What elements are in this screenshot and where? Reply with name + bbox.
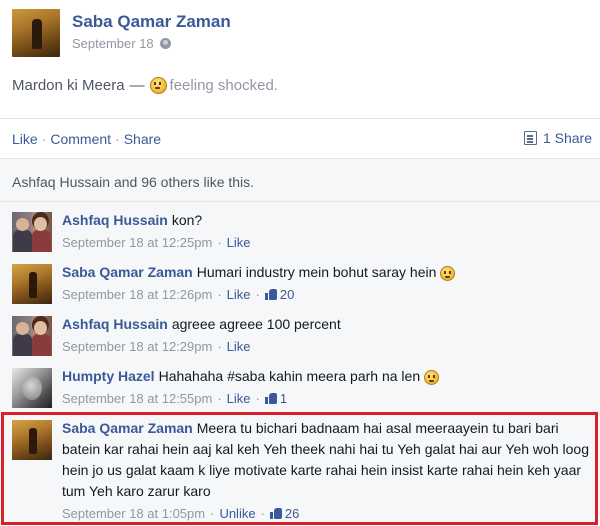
comment-text: kon?	[171, 212, 203, 228]
separator: ·	[260, 506, 265, 521]
status-text: Mardon ki Meera	[12, 77, 125, 94]
commenter-avatar[interactable]	[12, 316, 52, 356]
facebook-post: Saba Qamar Zaman September 18 Mardon ki …	[0, 0, 600, 526]
share-icon	[523, 131, 537, 145]
comment-like-count[interactable]: 1	[264, 388, 288, 409]
post-author-avatar[interactable]	[12, 9, 60, 57]
comment-meta: September 18 at 12:55pm · Like · 1	[62, 388, 592, 409]
status-dash: —	[129, 77, 145, 94]
post-date-row: September 18	[72, 36, 171, 51]
likes-summary: Ashfaq Hussain and 96 others like this.	[12, 174, 254, 190]
smile-emoji-icon	[424, 369, 439, 385]
commenter-name[interactable]: Ashfaq Hussain	[62, 212, 168, 228]
comment-like-button[interactable]: Like	[227, 336, 251, 357]
comment-time[interactable]: September 18 at 1:05pm	[62, 503, 205, 524]
comment-unlike-button[interactable]: Unlike	[219, 503, 255, 524]
post-date[interactable]: September 18	[72, 36, 154, 51]
thumbs-up-icon	[269, 508, 282, 519]
like-count-value: 26	[284, 506, 300, 521]
comment-like-count[interactable]: 20	[264, 284, 295, 305]
comment-body: Ashfaq Hussain kon? September 18 at 12:25…	[62, 210, 592, 253]
separator: ·	[41, 131, 47, 147]
post-actions: Like · Comment · Share	[12, 131, 161, 147]
comment-meta: September 18 at 12:29pm · Like	[62, 336, 592, 357]
like-count-value: 20	[279, 287, 295, 302]
likes-names[interactable]: Ashfaq Hussain and 96 others	[12, 174, 200, 190]
post-status: Mardon ki Meera — feeling shocked.	[12, 77, 278, 94]
commenter-avatar[interactable]	[12, 264, 52, 304]
thumbs-up-icon	[264, 393, 277, 404]
likes-suffix: like this.	[199, 174, 255, 190]
comment-time[interactable]: September 18 at 12:55pm	[62, 388, 212, 409]
comment-button[interactable]: Comment	[50, 131, 111, 147]
separator: ·	[255, 287, 260, 302]
comment-text: agreee agreee 100 percent	[171, 316, 341, 332]
comment-time[interactable]: September 18 at 12:29pm	[62, 336, 212, 357]
comment-like-count[interactable]: 26	[269, 503, 300, 524]
share-count-label: 1 Share	[542, 130, 592, 146]
separator: ·	[255, 391, 260, 406]
separator: ·	[210, 506, 215, 521]
commenter-avatar[interactable]	[12, 212, 52, 252]
commenter-name[interactable]: Humpty Hazel	[62, 368, 155, 384]
separator: ·	[217, 287, 222, 302]
comment-body: Ashfaq Hussain agreee agreee 100 percent …	[62, 314, 592, 357]
commenter-name[interactable]: Ashfaq Hussain	[62, 316, 168, 332]
like-button[interactable]: Like	[12, 131, 38, 147]
divider	[0, 158, 600, 159]
globe-icon[interactable]	[159, 38, 171, 49]
post-author-name[interactable]: Saba Qamar Zaman	[72, 12, 231, 32]
share-button[interactable]: Share	[124, 131, 161, 147]
commenter-avatar[interactable]	[12, 368, 52, 408]
commenter-name[interactable]: Saba Qamar Zaman	[62, 420, 193, 436]
comment-time[interactable]: September 18 at 12:25pm	[62, 232, 212, 253]
commenter-name[interactable]: Saba Qamar Zaman	[62, 264, 193, 280]
thumbs-up-icon	[264, 289, 277, 300]
comment-body: Humpty Hazel Hahahaha #saba kahin meera p…	[62, 366, 592, 409]
comment-like-button[interactable]: Like	[227, 388, 251, 409]
separator: ·	[217, 235, 222, 250]
separator: ·	[115, 131, 120, 147]
divider	[0, 118, 600, 119]
smile-emoji-icon	[440, 265, 456, 281]
commenter-avatar[interactable]	[12, 420, 52, 460]
like-count-value: 1	[279, 391, 288, 406]
divider	[0, 201, 600, 202]
comment-text: Hahahaha #saba kahin meera parh na len	[158, 368, 421, 384]
shocked-emoji-icon	[149, 77, 167, 94]
comment-like-button[interactable]: Like	[227, 232, 251, 253]
share-count[interactable]: 1 Share	[523, 130, 592, 146]
separator: ·	[217, 391, 222, 406]
comment-text: Humari industry mein bohut saray hein	[196, 264, 437, 280]
comment-body: Saba Qamar Zaman Meera tu bichari badnaam…	[62, 418, 590, 524]
comment-meta: September 18 at 1:05pm · Unlike · 26	[62, 503, 590, 524]
comment-body: Saba Qamar Zaman Humari industry mein boh…	[62, 262, 592, 305]
separator: ·	[217, 339, 222, 354]
comment-like-button[interactable]: Like	[227, 284, 251, 305]
comment-meta: September 18 at 12:25pm · Like	[62, 232, 592, 253]
comment-meta: September 18 at 12:26pm · Like · 20	[62, 284, 592, 305]
comment-time[interactable]: September 18 at 12:26pm	[62, 284, 212, 305]
feeling-text: feeling shocked.	[169, 77, 278, 94]
